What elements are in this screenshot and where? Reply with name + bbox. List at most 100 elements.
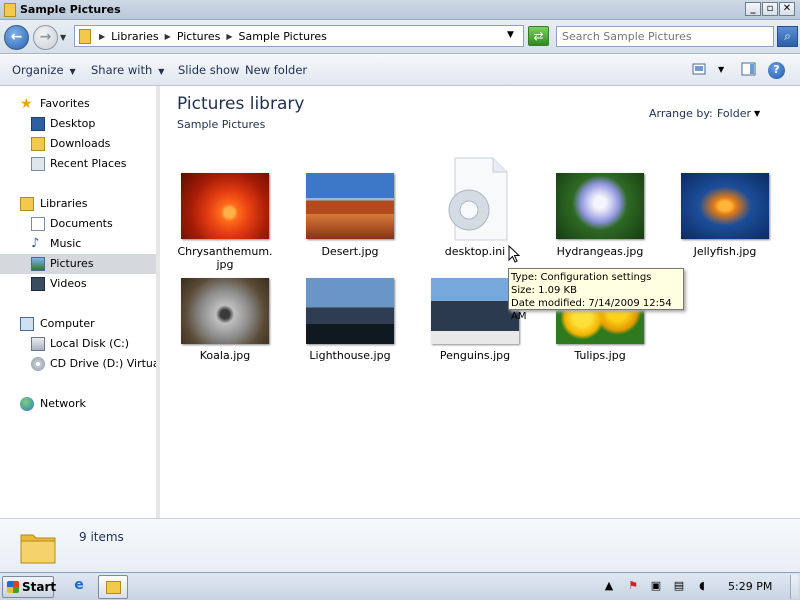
- minimize-button[interactable]: _: [745, 2, 761, 16]
- volume-icon[interactable]: ◖: [695, 579, 709, 595]
- sidebar-item-label: Downloads: [50, 137, 111, 150]
- new-folder-button[interactable]: New folder: [245, 63, 307, 77]
- chevron-right-icon[interactable]: ▶: [226, 32, 232, 41]
- cd-drive-icon: [31, 357, 45, 371]
- window-title: Sample Pictures: [20, 3, 121, 16]
- help-icon[interactable]: ?: [768, 62, 785, 79]
- internet-explorer-icon[interactable]: e: [68, 577, 90, 597]
- search-input[interactable]: [557, 27, 773, 46]
- sidebar-item-label: Network: [40, 397, 86, 410]
- show-hidden-icons-icon[interactable]: ▲: [602, 579, 616, 595]
- folder-icon: [79, 29, 91, 44]
- change-view-icon[interactable]: [692, 62, 706, 78]
- hard-drive-icon: [31, 337, 45, 351]
- chevron-down-icon: ▼: [158, 67, 165, 76]
- sidebar-item-local-disk[interactable]: Local Disk (C:): [0, 334, 157, 354]
- file-name: Chrysanthemum.jpg: [177, 245, 273, 271]
- power-plug-icon[interactable]: ▣: [649, 579, 663, 595]
- thumbnail: [556, 173, 644, 239]
- chevron-right-icon[interactable]: ▶: [165, 32, 171, 41]
- file-item[interactable]: Koala.jpg: [177, 278, 273, 368]
- sidebar-item-desktop[interactable]: Desktop: [0, 114, 157, 134]
- sidebar-item-computer[interactable]: Computer: [0, 314, 157, 334]
- more-views-dropdown[interactable]: ▼: [718, 65, 724, 81]
- crumb-sample-pictures[interactable]: Sample Pictures: [239, 30, 327, 43]
- crumb-pictures[interactable]: Pictures: [177, 30, 221, 43]
- navigation-pane: ★ Favorites Desktop Downloads Recent Pla…: [0, 86, 158, 518]
- organize-button[interactable]: Organize ▼: [12, 63, 76, 77]
- folder-icon: [106, 581, 121, 594]
- refresh-button[interactable]: ⇄: [528, 26, 549, 46]
- slide-show-button[interactable]: Slide show: [178, 63, 239, 77]
- recent-pages-dropdown[interactable]: ▼: [60, 33, 66, 42]
- arrange-by-label: Arrange by:: [649, 107, 713, 120]
- file-item[interactable]: Desert.jpg: [302, 173, 398, 263]
- close-button[interactable]: ✕: [779, 2, 795, 16]
- settings-file-icon: [448, 157, 508, 241]
- library-location: Sample Pictures: [177, 118, 266, 131]
- windows-logo-icon: [7, 581, 19, 593]
- action-center-icon[interactable]: ⚑: [626, 579, 640, 595]
- start-button[interactable]: Start: [2, 576, 57, 598]
- search-icon[interactable]: ⌕: [777, 26, 798, 47]
- recent-places-icon: [31, 157, 45, 171]
- file-item[interactable]: Jellyfish.jpg: [677, 173, 773, 263]
- title-bar: Sample Pictures _ ▫ ✕: [0, 0, 800, 20]
- maximize-button[interactable]: ▫: [762, 2, 778, 16]
- file-name: Koala.jpg: [199, 349, 251, 362]
- sidebar-item-downloads[interactable]: Downloads: [0, 134, 157, 154]
- forward-button[interactable]: →: [33, 25, 58, 50]
- downloads-icon: [31, 137, 45, 151]
- chevron-down-icon: ▼: [69, 67, 76, 76]
- sidebar-item-videos[interactable]: Videos: [0, 274, 157, 294]
- breadcrumb[interactable]: ▶ Libraries ▶ Pictures ▶ Sample Pictures…: [74, 25, 524, 47]
- network-status-icon[interactable]: ▤: [672, 579, 686, 595]
- sidebar-item-label: Music: [50, 237, 82, 250]
- clock[interactable]: 5:29 PM: [728, 580, 772, 593]
- chevron-down-icon[interactable]: ▼: [754, 109, 760, 118]
- taskbar-explorer-button[interactable]: [98, 575, 128, 599]
- tooltip-type: Type: Configuration settings: [511, 272, 652, 283]
- sidebar-item-cd-drive[interactable]: CD Drive (D:) VirtualBo: [0, 354, 157, 374]
- file-item[interactable]: Chrysanthemum.jpg: [177, 173, 273, 273]
- chevron-right-icon[interactable]: ▶: [99, 32, 105, 41]
- thumbnail: [181, 173, 269, 239]
- sidebar-item-label: Pictures: [50, 257, 94, 270]
- sidebar-item-label: Local Disk (C:): [50, 337, 130, 350]
- arrange-by-dropdown[interactable]: Folder: [717, 107, 751, 120]
- back-button[interactable]: ←: [4, 25, 29, 50]
- crumb-libraries[interactable]: Libraries: [111, 30, 159, 43]
- sidebar-item-label: Favorites: [40, 97, 90, 110]
- thumbnail: [306, 173, 394, 239]
- sidebar-item-libraries[interactable]: Libraries: [0, 194, 157, 214]
- search-field[interactable]: [556, 26, 774, 47]
- star-icon: ★: [20, 96, 33, 112]
- address-bar: ← → ▼ ▶ Libraries ▶ Pictures ▶ Sample Pi…: [0, 20, 800, 54]
- thumbnail: [306, 278, 394, 344]
- preview-pane-icon[interactable]: [741, 62, 756, 78]
- sidebar-item-favorites[interactable]: ★ Favorites: [0, 94, 157, 114]
- sidebar-item-music[interactable]: ♪ Music: [0, 234, 157, 254]
- folder-icon: [4, 3, 16, 17]
- file-item[interactable]: Hydrangeas.jpg: [552, 173, 648, 263]
- thumbnail: [681, 173, 769, 239]
- start-label: Start: [22, 580, 57, 594]
- file-name: Jellyfish.jpg: [693, 245, 757, 258]
- address-history-dropdown[interactable]: ▼: [507, 30, 514, 40]
- show-desktop-button[interactable]: [790, 575, 798, 599]
- taskbar: Start e ▲ ⚑ ▣ ▤ ◖ 5:29 PM: [0, 572, 800, 600]
- network-icon: [20, 397, 34, 411]
- file-item[interactable]: Lighthouse.jpg: [302, 278, 398, 368]
- sidebar-item-label: Recent Places: [50, 157, 127, 170]
- share-with-label: Share with: [91, 63, 153, 77]
- sidebar-item-label: Computer: [40, 317, 95, 330]
- computer-icon: [20, 317, 34, 331]
- sidebar-item-documents[interactable]: Documents: [0, 214, 157, 234]
- share-with-button[interactable]: Share with ▼: [91, 63, 164, 77]
- sidebar-item-pictures[interactable]: Pictures: [0, 254, 157, 274]
- sidebar-item-network[interactable]: Network: [0, 394, 157, 414]
- sidebar-item-recent-places[interactable]: Recent Places: [0, 154, 157, 174]
- sidebar-item-label: Documents: [50, 217, 113, 230]
- file-name: Desert.jpg: [321, 245, 379, 258]
- thumbnail: [181, 278, 269, 344]
